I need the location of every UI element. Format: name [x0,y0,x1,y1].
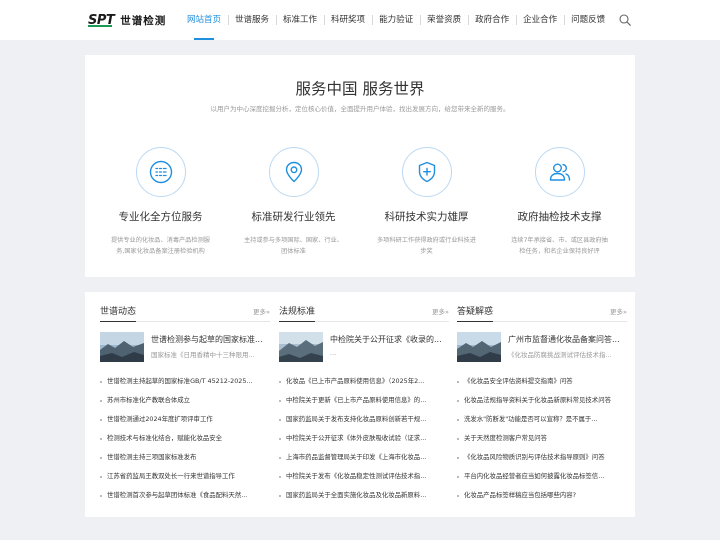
featured-article[interactable]: 广州市监督通化妆品备案问答... 《化妆品防腐挑战测试评估技术指... [457,332,627,362]
main-nav: 网站首页 世谱服务 标准工作 科研奖项 能力验证 荣誉资质 政府合作 企业合作 问题反馈 [180,0,612,40]
list-item[interactable]: 关于天然度检测客户常见问答 [457,429,627,448]
column-header: 世谱动态 更多» [100,304,270,322]
featured-desc: 《化妆品防腐挑战测试评估技术指... [508,351,612,359]
nav-item[interactable]: 问题反馈 [564,0,612,40]
news-section: 世谱动态 更多» 世谱检测参与起草的国家标准... 国家标准《日用香精中十三种限… [85,292,635,517]
service-desc: 连续7年承接省、市、或区县政府抽检任务，和名企业保持良好评 [511,237,608,255]
column-title: 答疑解惑 [457,304,494,322]
services-subtitle: 以用户为中心深度挖掘分析，定位核心价值，全面提升用户体验，找出发展方向，给您带来… [210,105,510,113]
list-item[interactable]: 中检院关于更新《已上市产品原料使用信息》的... [279,391,449,410]
more-link[interactable]: 更多» [432,306,449,316]
list-item[interactable]: 世谱检测通过2024年度扩项评审工作 [100,410,270,429]
service-name: 科研技术实力雄厚 [384,211,469,223]
list-item[interactable]: 世谱检测首次参与起草团体标准《食品配料天然... [100,486,270,505]
news-list: 化妆品《已上市产品原料使用信息》（2025年2... 中检院关于更新《已上市产品… [279,372,449,505]
service-name: 政府抽检技术支撑 [517,211,602,223]
location-pin-icon [268,147,319,197]
logo-text: 世谱检测 [120,14,167,27]
service-item[interactable]: 专业化全方位服务 提供专业的化妆品、消毒产品检测服务,国家化妆品备案注册检验机构 [98,147,223,257]
services-title: 服务中国 服务世界 [295,80,425,98]
featured-title: 中检院关于公开征求《收录的... [330,335,442,344]
list-item[interactable]: 江苏省药监局王教双处长一行来世谱指导工作 [100,467,270,486]
featured-thumbnail [279,332,323,362]
featured-desc: 国家标准《日用香精中十三种限用... [151,351,255,359]
nav-item[interactable]: 网站首页 [180,0,228,40]
featured-title: 广州市监督通化妆品备案问答... [508,335,620,344]
column-header: 答疑解惑 更多» [457,304,627,322]
list-item[interactable]: 国家药监局关于全面实施化妆品及化妆品新原料... [279,486,449,505]
service-desc: 主持或参与多项国际、国家、行业、团体标准 [244,237,343,255]
service-desc: 多项科研工作获得政府或行业科技进步奖 [377,237,476,255]
list-item[interactable]: 世谱检测主持起草的国家标准GB/T 45212-2025... [100,372,270,391]
service-item[interactable]: 科研技术实力雄厚 多项科研工作获得政府或行业科技进步奖 [364,147,489,257]
list-item[interactable]: 化妆品法规指导资料关于化妆品新原料常见技术问答 [457,391,627,410]
list-item[interactable]: 平台内化妆品经营者应当如何披露化妆品标签信... [457,467,627,486]
nav-item[interactable]: 企业合作 [516,0,564,40]
list-item[interactable]: 世谱检测主持三项国家标准发布 [100,448,270,467]
list-item[interactable]: 《化妆品风险物质识别与评估技术指导原则》问答 [457,448,627,467]
nav-item[interactable]: 世谱服务 [228,0,276,40]
service-item[interactable]: 标准研发行业领先 主持或参与多项国际、国家、行业、团体标准 [231,147,356,257]
site-logo[interactable]: SPT 世谱检测 [88,11,166,29]
news-list: 《化妆品安全评估资料提交指南》问答 化妆品法规指导资料关于化妆品新原料常见技术问… [457,372,627,505]
list-item[interactable]: 苏州市标准化产教联合体成立 [100,391,270,410]
more-link[interactable]: 更多» [253,306,270,316]
service-desc: 提供专业的化妆品、消毒产品检测服务,国家化妆品备案注册检验机构 [111,237,210,255]
nav-item[interactable]: 科研奖项 [324,0,372,40]
logo-mark: SPT [88,12,115,28]
featured-article[interactable]: 世谱检测参与起草的国家标准... 国家标准《日用香精中十三种限用... [100,332,270,362]
featured-thumbnail [100,332,144,362]
list-item[interactable]: 中检院关于发布《化妆品稳定性测试评估技术指... [279,467,449,486]
list-item[interactable]: 洗发水"防断发"功能是否可以宣称？是不属于... [457,410,627,429]
search-icon[interactable] [619,14,631,26]
service-item[interactable]: 政府抽检技术支撑 连续7年承接省、市、或区县政府抽检任务，和名企业保持良好评 [497,147,622,257]
featured-article[interactable]: 中检院关于公开征求《收录的... ... [279,332,449,362]
nav-item[interactable]: 标准工作 [276,0,324,40]
news-list: 世谱检测主持起草的国家标准GB/T 45212-2025... 苏州市标准化产教… [100,372,270,505]
list-item[interactable]: 上海市药品监督管理局关于印发《上海市化妆品... [279,448,449,467]
featured-title: 世谱检测参与起草的国家标准... [151,335,263,344]
featured-thumbnail [457,332,501,362]
featured-desc: ... [330,349,337,357]
column-title: 法规标准 [279,304,316,322]
list-item[interactable]: 中检院关于公开征求《体外皮肤吸收试验（证求... [279,429,449,448]
service-name: 专业化全方位服务 [118,211,203,223]
nav-item[interactable]: 荣誉资质 [420,0,468,40]
nav-item[interactable]: 能力验证 [372,0,420,40]
nav-item[interactable]: 政府合作 [468,0,516,40]
top-header: SPT 世谱检测 网站首页 世谱服务 标准工作 科研奖项 能力验证 荣誉资质 政府合作 企业合… [0,0,720,40]
column-header: 法规标准 更多» [279,304,449,322]
more-link[interactable]: 更多» [610,306,627,316]
list-item[interactable]: 检测技术与标准化结合，赋能化妆品安全 [100,429,270,448]
users-icon [534,147,585,197]
list-item[interactable]: 国家药监局关于发布支持化妆品原料创新若干规... [279,410,449,429]
services-section: 服务中国 服务世界 以用户为中心深度挖掘分析，定位核心价值，全面提升用户体验，找… [85,55,635,277]
list-item[interactable]: 化妆品产品标签样稿应当包括哪些内容? [457,486,627,505]
list-item[interactable]: 《化妆品安全评估资料提交指南》问答 [457,372,627,391]
list-item[interactable]: 化妆品《已上市产品原料使用信息》（2025年2... [279,372,449,391]
column-title: 世谱动态 [100,304,137,322]
service-name: 标准研发行业领先 [251,211,336,223]
grid-icon [135,147,186,197]
shield-plus-icon [401,147,452,197]
